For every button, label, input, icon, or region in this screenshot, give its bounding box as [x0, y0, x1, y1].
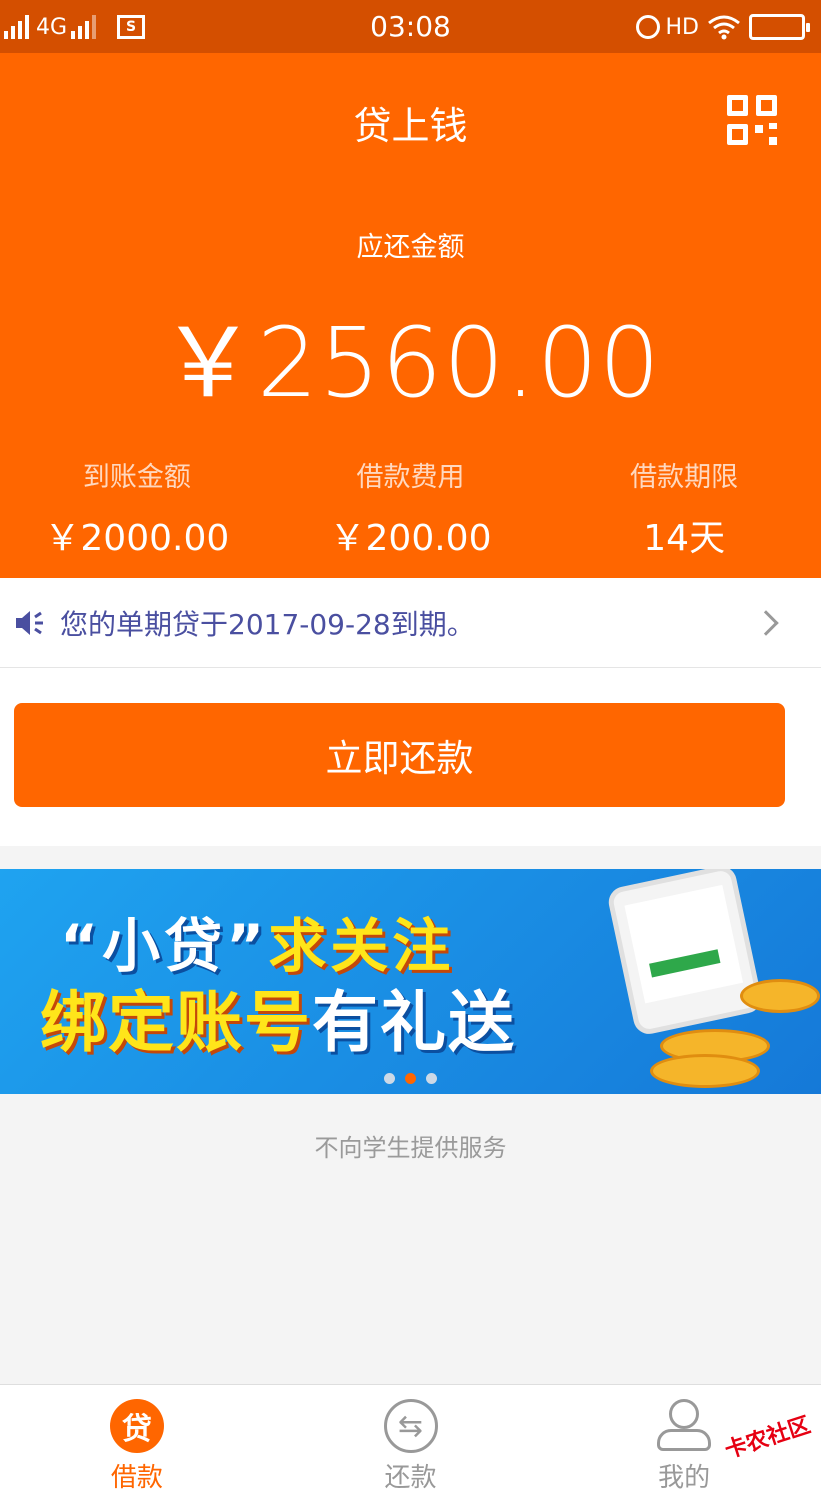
- stat-label: 借款期限: [630, 462, 739, 493]
- due-notice-text: 您的单期贷于2017-09-28到期。: [60, 607, 475, 641]
- carousel-dot[interactable]: [384, 1073, 395, 1084]
- qr-code-icon[interactable]: [727, 95, 777, 145]
- stat-term: 借款期限 14天: [547, 455, 821, 561]
- stat-value: ￥2000.00: [44, 518, 230, 559]
- loan-stats: 到账金额 ￥2000.00 借款费用 ￥200.00 借款期限 14天: [0, 455, 821, 561]
- due-amount: ￥2560.00: [160, 307, 661, 419]
- loan-summary-header: 贷上钱 应还金额 ￥2560.00 到账金额 ￥2000.00 借款费用 ￥20…: [0, 53, 821, 578]
- tab-label: 我的: [658, 1463, 711, 1493]
- banner-text: 绑定账号: [40, 984, 312, 1061]
- due-amount-label: 应还金额: [356, 232, 465, 263]
- tab-borrow[interactable]: 贷 借款: [0, 1385, 274, 1500]
- page-title: 贷上钱: [353, 104, 468, 148]
- banner-text: 有礼送: [312, 984, 516, 1061]
- carousel-dot-active[interactable]: [405, 1073, 416, 1084]
- alarm-icon: [635, 15, 660, 39]
- phone-illustration: [605, 869, 765, 1037]
- stat-received: 到账金额 ￥2000.00: [0, 455, 274, 561]
- stat-label: 借款费用: [356, 462, 465, 493]
- status-right: HD: [635, 10, 810, 44]
- stat-label: 到账金额: [82, 462, 191, 493]
- banner-line-2: 绑定账号有礼送: [40, 969, 516, 1065]
- carousel-dots[interactable]: [0, 1073, 821, 1084]
- repay-exchange-icon: ⇆: [383, 1399, 438, 1453]
- stat-value: 14天: [643, 518, 726, 559]
- tab-label: 还款: [384, 1463, 437, 1493]
- stat-fee: 借款费用 ￥200.00: [274, 455, 548, 561]
- chevron-right-icon: [753, 609, 779, 636]
- coin-illustration: [740, 979, 820, 1013]
- stat-value: ￥200.00: [329, 518, 492, 559]
- promo-banner[interactable]: “小贷”求关注 绑定账号有礼送: [0, 869, 821, 1094]
- due-notice-bar[interactable]: 您的单期贷于2017-09-28到期。: [0, 578, 821, 668]
- carousel-dot[interactable]: [426, 1073, 437, 1084]
- tab-label: 借款: [110, 1463, 163, 1493]
- battery-icon: [749, 14, 810, 40]
- tab-repay[interactable]: ⇆ 还款: [274, 1385, 548, 1500]
- repay-now-button[interactable]: 立即还款: [14, 703, 785, 807]
- speaker-icon: [16, 610, 43, 635]
- hd-label: HD: [665, 14, 699, 40]
- wifi-icon: [708, 15, 740, 40]
- no-student-notice: 不向学生提供服务: [314, 1134, 507, 1162]
- user-icon: [657, 1399, 712, 1453]
- bottom-tab-bar: 贷 借款 ⇆ 还款 我的: [0, 1384, 821, 1500]
- borrow-icon: 贷: [109, 1399, 164, 1453]
- status-bar: 4G S 03:08 HD: [0, 0, 821, 53]
- repay-section: 立即还款: [0, 668, 821, 846]
